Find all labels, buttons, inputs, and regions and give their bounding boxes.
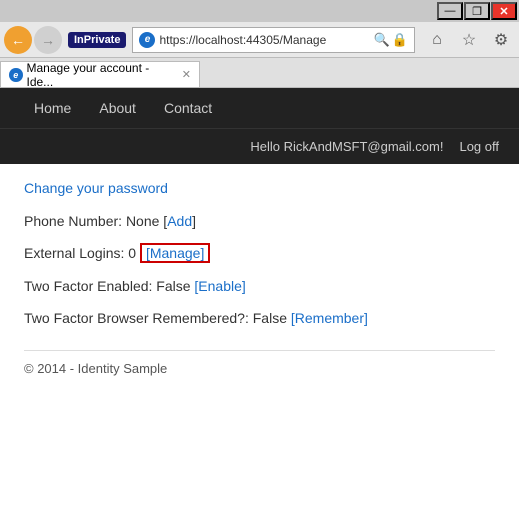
home-icon[interactable]: ⌂: [423, 26, 451, 54]
logoff-link[interactable]: Log off: [459, 139, 499, 154]
phone-label: Phone Number: None [: [24, 213, 167, 229]
page-content: Home About Contact Hello RickAndMSFT@gma…: [0, 88, 519, 529]
hello-greeting: Hello RickAndMSFT@gmail.com!: [250, 139, 443, 154]
active-tab[interactable]: e Manage your account - Ide... ✕: [0, 61, 200, 87]
tab-ie-icon: e: [9, 68, 23, 82]
settings-icon[interactable]: ⚙: [487, 26, 515, 54]
ie-logo-icon: e: [139, 32, 155, 48]
change-password-link[interactable]: Change your password: [24, 180, 495, 196]
twofa-browser-label: Two Factor Browser Remembered?: False: [24, 310, 291, 326]
enable-twofactor-link[interactable]: [Enable]: [194, 278, 245, 294]
nav-home[interactable]: Home: [20, 88, 85, 128]
tab-close-button[interactable]: ✕: [182, 68, 191, 81]
nav-about[interactable]: About: [85, 88, 150, 128]
phone-row-end: ]: [192, 213, 196, 229]
title-bar: — ❐ ✕: [0, 0, 519, 22]
restore-button[interactable]: ❐: [464, 2, 490, 20]
navbar-nav: Home About Contact: [20, 88, 499, 128]
address-icons: 🔍 🔒: [374, 32, 408, 48]
right-toolbar: ⌂ ☆ ⚙: [423, 26, 515, 54]
phone-row: Phone Number: None [Add]: [24, 210, 495, 232]
address-url: https://localhost:44305/Manage: [159, 33, 369, 47]
twofa-browser-row: Two Factor Browser Remembered?: False [R…: [24, 307, 495, 329]
minimize-button[interactable]: —: [437, 2, 463, 20]
favorites-icon[interactable]: ☆: [455, 26, 483, 54]
search-icon[interactable]: 🔍: [374, 32, 390, 48]
address-bar[interactable]: e https://localhost:44305/Manage 🔍 🔒: [132, 27, 415, 53]
footer-divider: [24, 350, 495, 351]
forward-button[interactable]: →: [34, 26, 62, 54]
close-button[interactable]: ✕: [491, 2, 517, 20]
external-logins-row: External Logins: 0 [Manage]: [24, 242, 495, 264]
nav-contact[interactable]: Contact: [150, 88, 226, 128]
external-logins-label: External Logins: 0: [24, 245, 140, 261]
inprivate-badge: InPrivate: [68, 32, 126, 48]
remember-browser-link[interactable]: [Remember]: [291, 310, 368, 326]
add-phone-link[interactable]: Add: [167, 213, 192, 229]
twofactor-label: Two Factor Enabled: False: [24, 278, 194, 294]
back-button[interactable]: ←: [4, 26, 32, 54]
twofactor-row: Two Factor Enabled: False [Enable]: [24, 275, 495, 297]
browser-toolbar: ← → InPrivate e https://localhost:44305/…: [0, 22, 519, 58]
navbar: Home About Contact: [0, 88, 519, 128]
manage-logins-link[interactable]: [Manage]: [140, 243, 210, 263]
tab-bar: e Manage your account - Ide... ✕: [0, 58, 519, 88]
footer-text: © 2014 - Identity Sample: [24, 361, 495, 376]
lock-icon: 🔒: [392, 32, 408, 48]
hello-bar: Hello RickAndMSFT@gmail.com! Log off: [0, 128, 519, 164]
main-area: Change your password Phone Number: None …: [0, 164, 519, 392]
tab-title: Manage your account - Ide...: [27, 61, 174, 89]
